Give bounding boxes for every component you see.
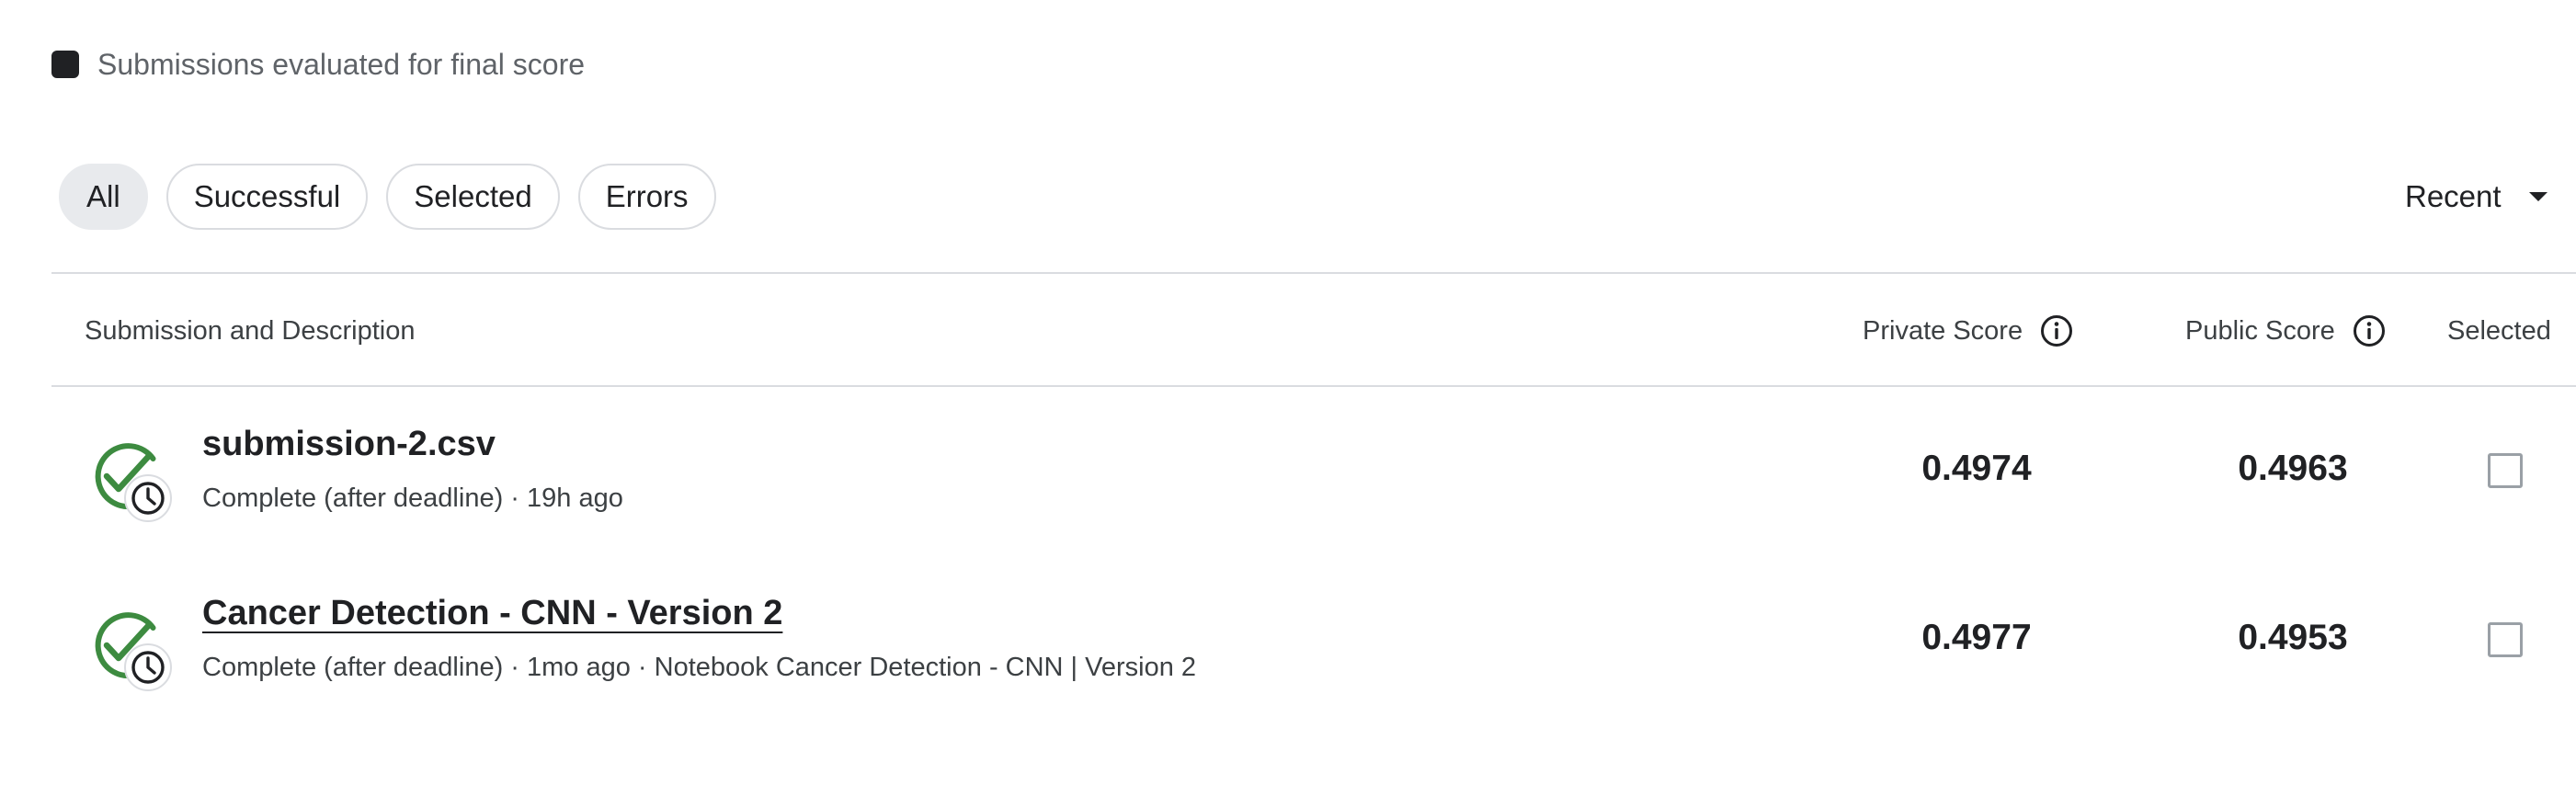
header-top-divider [51, 272, 2576, 274]
filter-errors-chip[interactable]: Errors [577, 164, 716, 230]
column-header-selected: Selected [2447, 276, 2551, 386]
filter-all-chip[interactable]: All [59, 164, 148, 230]
legend-label: Submissions evaluated for final score [97, 47, 586, 81]
caret-down-icon [2528, 192, 2548, 201]
sort-label: Recent [2405, 179, 2502, 213]
header-bottom-divider [51, 385, 2576, 387]
submission-meta: Complete (after deadline) · 19h ago [202, 484, 623, 513]
table-row: submission-2.csv Complete (after deadlin… [0, 388, 2576, 553]
column-header-private-score-label: Private Score [1863, 315, 2023, 346]
info-icon[interactable] [2039, 313, 2074, 348]
public-score: 0.4953 [2238, 618, 2348, 657]
submission-meta: Complete (after deadline) · 1mo ago · No… [202, 653, 1197, 682]
notebook-link[interactable]: Cancer Detection - CNN - Version 2 [202, 594, 782, 633]
complete-late-icon [86, 436, 175, 524]
table-row: Cancer Detection - CNN - Version 2 Compl… [0, 557, 2576, 722]
info-icon[interactable] [2352, 313, 2387, 348]
filter-successful-chip[interactable]: Successful [165, 164, 369, 230]
column-header-submission: Submission and Description [85, 276, 415, 386]
column-header-selected-label: Selected [2447, 315, 2551, 346]
filter-selected-chip[interactable]: Selected [386, 164, 560, 230]
submission-title: submission-2.csv [202, 425, 496, 463]
table-header: Submission and Description Private Score… [0, 276, 2576, 386]
select-submission-checkbox[interactable] [2488, 453, 2523, 488]
final-score-legend: Submissions evaluated for final score [51, 46, 585, 83]
submission-filters: All Successful Selected Errors [59, 164, 716, 230]
column-header-submission-label: Submission and Description [85, 315, 416, 346]
complete-late-icon [86, 605, 175, 693]
sort-dropdown[interactable]: Recent [2405, 164, 2548, 230]
select-submission-checkbox[interactable] [2488, 622, 2523, 657]
private-score: 0.4974 [1921, 449, 2032, 488]
column-header-public-score-label: Public Score [2185, 315, 2335, 346]
private-score: 0.4977 [1921, 618, 2032, 657]
column-header-private-score: Private Score [1863, 276, 2074, 386]
legend-swatch [51, 51, 79, 78]
public-score: 0.4963 [2238, 449, 2348, 488]
column-header-public-score: Public Score [2185, 276, 2387, 386]
